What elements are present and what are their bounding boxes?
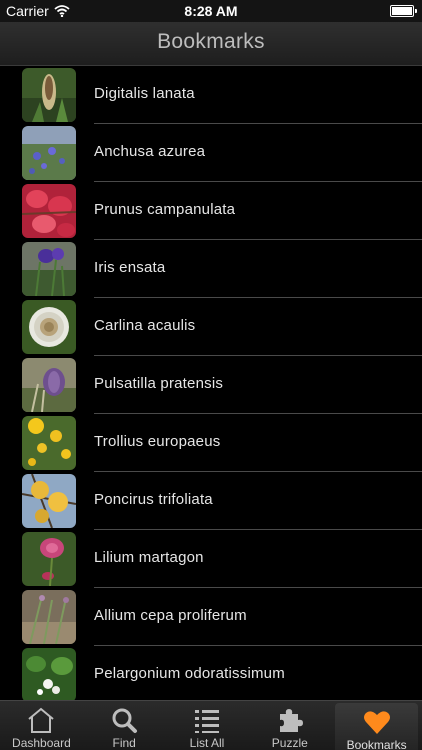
tab-bookmarks[interactable]: Bookmarks bbox=[335, 703, 418, 750]
trollius-photo bbox=[22, 416, 76, 470]
anchusa-photo bbox=[22, 126, 76, 180]
prunus-photo bbox=[22, 184, 76, 238]
list-icon bbox=[191, 705, 223, 735]
tab-list-all[interactable]: List All bbox=[166, 701, 249, 750]
list-item[interactable]: Pulsatilla pratensis bbox=[0, 356, 422, 414]
navigation-bar: Bookmarks bbox=[0, 22, 422, 66]
list-item[interactable]: Poncirus trifoliata bbox=[0, 472, 422, 530]
bookmark-name: Iris ensata bbox=[94, 259, 166, 276]
tab-label: Bookmarks bbox=[346, 738, 407, 750]
bookmark-name: Trollius europaeus bbox=[94, 433, 221, 450]
digitalis-photo bbox=[22, 68, 76, 122]
bookmark-name: Allium cepa proliferum bbox=[94, 607, 247, 624]
status-bar: Carrier 8:28 AM bbox=[0, 0, 422, 22]
tab-dashboard[interactable]: Dashboard bbox=[0, 701, 83, 750]
bookmark-name: Lilium martagon bbox=[94, 549, 204, 566]
bookmark-name: Pulsatilla pratensis bbox=[94, 375, 224, 392]
bookmark-name: Poncirus trifoliata bbox=[94, 491, 213, 508]
list-item[interactable]: Iris ensata bbox=[0, 240, 422, 298]
list-item[interactable]: Allium cepa proliferum bbox=[0, 588, 422, 646]
bookmark-name: Digitalis lanata bbox=[94, 85, 195, 102]
list-item[interactable]: Carlina acaulis bbox=[0, 298, 422, 356]
list-item[interactable]: Lilium martagon bbox=[0, 530, 422, 588]
bookmark-name: Pelargonium odoratissimum bbox=[94, 665, 285, 682]
allium-photo bbox=[22, 590, 76, 644]
pulsatilla-photo bbox=[22, 358, 76, 412]
list-item[interactable]: Anchusa azurea bbox=[0, 124, 422, 182]
iris-photo bbox=[22, 242, 76, 296]
tab-bar: Dashboard Find List All Puzzle Bookmarks bbox=[0, 700, 422, 750]
bookmark-name: Carlina acaulis bbox=[94, 317, 196, 334]
tab-label: Dashboard bbox=[12, 736, 71, 750]
puzzle-icon bbox=[274, 705, 306, 735]
bookmark-name: Anchusa azurea bbox=[94, 143, 206, 160]
search-icon bbox=[108, 705, 140, 735]
carlina-photo bbox=[22, 300, 76, 354]
list-item[interactable]: Prunus campanulata bbox=[0, 182, 422, 240]
bookmark-list[interactable]: Digitalis lanata Anchusa azurea Prunus c… bbox=[0, 66, 422, 700]
pelargonium-photo bbox=[22, 648, 76, 700]
tab-label: List All bbox=[189, 736, 225, 750]
list-item[interactable]: Digitalis lanata bbox=[0, 66, 422, 124]
home-icon bbox=[25, 705, 57, 735]
status-time: 8:28 AM bbox=[184, 3, 238, 19]
lilium-photo bbox=[22, 532, 76, 586]
tab-find[interactable]: Find bbox=[83, 701, 166, 750]
tab-label: Puzzle bbox=[271, 736, 308, 750]
list-item[interactable]: Trollius europaeus bbox=[0, 414, 422, 472]
tab-puzzle[interactable]: Puzzle bbox=[248, 701, 331, 750]
tab-label: Find bbox=[112, 736, 136, 750]
list-item[interactable]: Pelargonium odoratissimum bbox=[0, 646, 422, 700]
page-title: Bookmarks bbox=[157, 30, 265, 53]
poncirus-photo bbox=[22, 474, 76, 528]
heart-icon bbox=[361, 707, 393, 737]
battery-icon bbox=[390, 5, 417, 17]
bookmark-name: Prunus campanulata bbox=[94, 201, 236, 218]
